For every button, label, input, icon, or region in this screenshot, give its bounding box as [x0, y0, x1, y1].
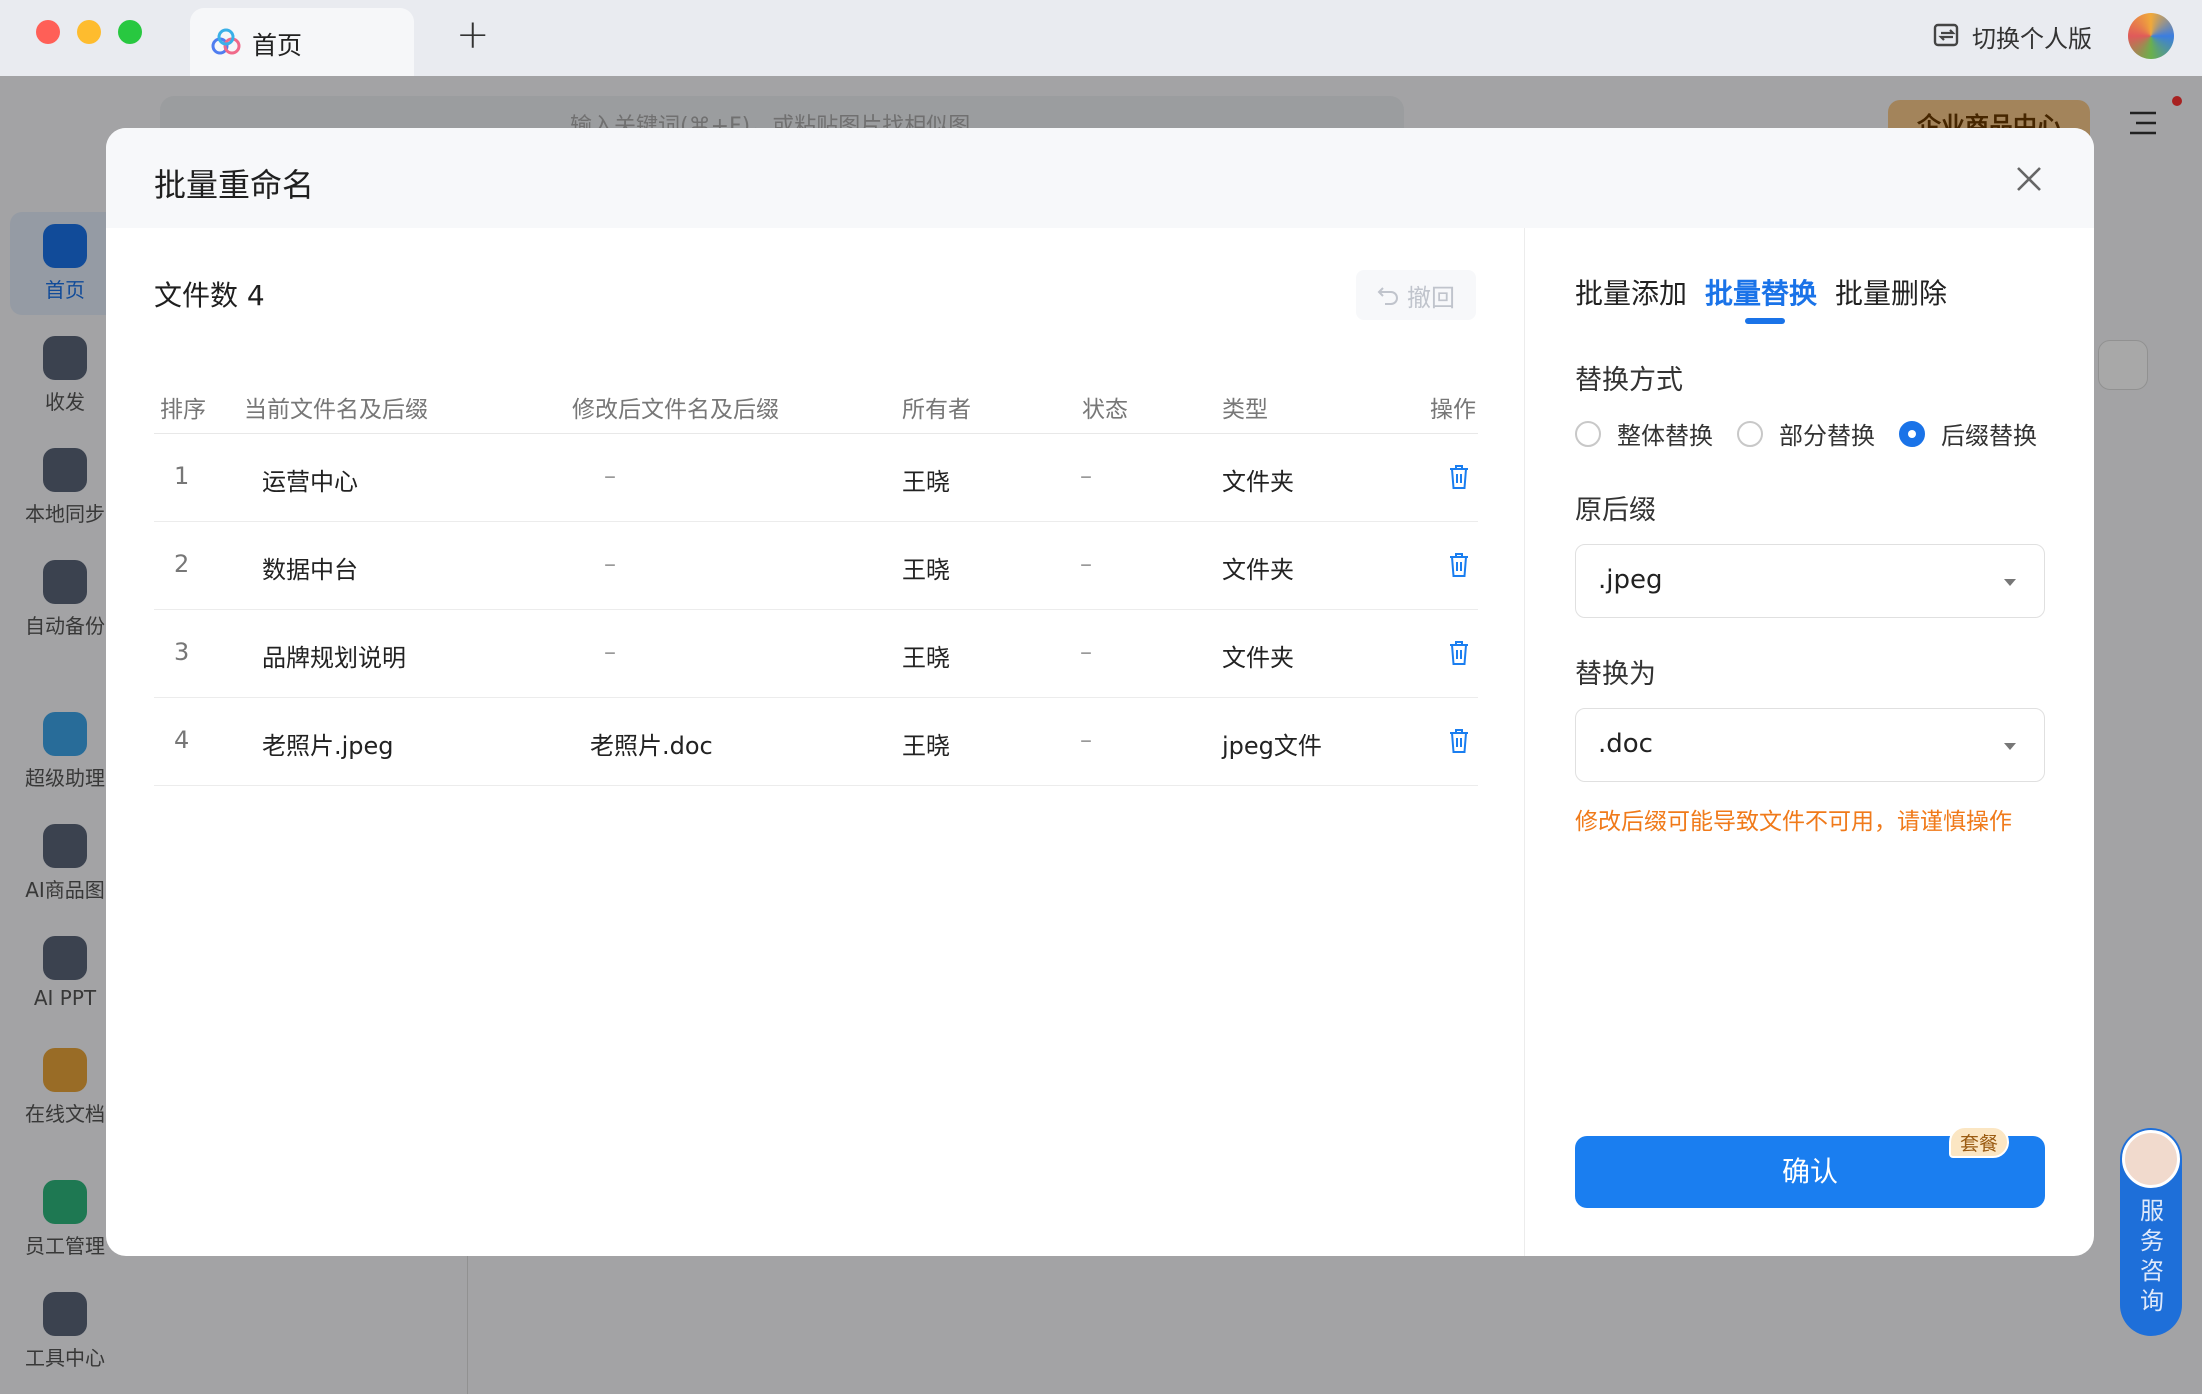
undo-button[interactable]: 撤回: [1356, 270, 1476, 320]
original-suffix-select[interactable]: .jpeg: [1575, 544, 2045, 618]
row-index: 2: [174, 550, 190, 578]
dialog-title: 批量重命名: [154, 166, 315, 204]
tab-batch-delete[interactable]: 批量删除: [1835, 272, 1947, 312]
original-suffix-label: 原后缀: [1575, 495, 1656, 526]
mode-suffix-radio[interactable]: 后缀替换: [1899, 416, 2037, 451]
undo-icon: [1377, 287, 1398, 305]
table-row: 2 数据中台 – 王晓 – 文件夹: [154, 522, 1478, 610]
replace-mode-group: 整体替换 部分替换 后缀替换: [1575, 416, 2061, 451]
radio-label: 后缀替换: [1941, 422, 2037, 450]
suffix-warning: 修改后缀可能导致文件不可用，请谨慎操作: [1575, 809, 2012, 835]
switch-personal-label: 切换个人版: [1972, 24, 2092, 53]
mode-whole-radio[interactable]: 整体替换: [1575, 416, 1713, 451]
chevron-down-icon: [2004, 579, 2016, 586]
col-type: 类型: [1222, 397, 1268, 423]
service-consult-label: 服务咨询: [2140, 1197, 2164, 1315]
active-tab-indicator: [1745, 318, 1785, 324]
replace-with-select[interactable]: .doc: [1575, 708, 2045, 782]
plan-badge: 套餐: [1949, 1126, 2009, 1158]
file-type: 文件夹: [1222, 644, 1294, 672]
col-action: 操作: [1430, 397, 1476, 423]
owner: 王晓: [902, 644, 950, 672]
status: –: [1080, 550, 1092, 578]
file-list-pane: 文件数 4 撤回 排序 当前文件名及后缀 修改后文件名及后缀 所有者 状态 类型…: [106, 228, 1524, 1256]
owner: 王晓: [902, 468, 950, 496]
close-window-button[interactable]: [36, 20, 60, 44]
batch-rename-dialog: 批量重命名 文件数 4 撤回 排序 当前文件名及后缀 修改后文件名及后缀 所有者…: [106, 128, 2094, 1256]
radio-dot: [1575, 420, 1601, 447]
col-modified-name: 修改后文件名及后缀: [572, 397, 779, 423]
service-avatar: [2122, 1130, 2180, 1188]
switch-icon: [1933, 23, 1959, 47]
current-filename: 运营中心: [262, 468, 358, 496]
mode-partial-radio[interactable]: 部分替换: [1737, 416, 1875, 451]
file-type: 文件夹: [1222, 556, 1294, 584]
chevron-down-icon: [2004, 743, 2016, 750]
modified-filename: –: [604, 462, 616, 490]
file-type: 文件夹: [1222, 468, 1294, 496]
close-icon[interactable]: [2014, 164, 2044, 194]
replace-mode-label: 替换方式: [1575, 365, 1683, 396]
dialog-header: 批量重命名: [106, 128, 2094, 228]
original-suffix-value: .jpeg: [1598, 565, 1663, 595]
tab-batch-replace[interactable]: 批量替换: [1705, 272, 1817, 312]
table-row: 3 品牌规划说明 – 王晓 – 文件夹: [154, 610, 1478, 698]
current-filename: 老照片.jpeg: [262, 732, 394, 760]
col-status: 状态: [1082, 397, 1128, 423]
switch-personal-button[interactable]: 切换个人版: [1932, 16, 2092, 56]
row-index: 3: [174, 638, 190, 666]
new-tab-button[interactable]: +: [456, 12, 490, 58]
current-filename: 数据中台: [262, 556, 358, 584]
tab-label: 首页: [252, 31, 303, 60]
owner: 王晓: [902, 556, 950, 584]
radio-dot: [1899, 420, 1925, 447]
rename-options-pane: 批量添加 批量替换 批量删除 替换方式 整体替换 部分替换 后缀替换 原后缀 .…: [1525, 228, 2094, 1256]
replace-with-value: .doc: [1598, 729, 1653, 759]
undo-label: 撤回: [1407, 283, 1455, 312]
replace-with-label: 替换为: [1575, 659, 1656, 690]
table-header: 排序 当前文件名及后缀 修改后文件名及后缀 所有者 状态 类型 操作: [154, 374, 1478, 434]
delete-icon[interactable]: [1448, 552, 1470, 578]
row-index: 1: [174, 462, 190, 490]
radio-label: 部分替换: [1779, 422, 1875, 450]
col-current-name: 当前文件名及后缀: [244, 397, 428, 423]
file-table: 排序 当前文件名及后缀 修改后文件名及后缀 所有者 状态 类型 操作 1 运营中心…: [154, 374, 1478, 786]
tab-home[interactable]: 首页: [190, 8, 414, 76]
title-bar: 首页 + 切换个人版: [0, 0, 2202, 76]
delete-icon[interactable]: [1448, 464, 1470, 490]
delete-icon[interactable]: [1448, 640, 1470, 666]
delete-icon[interactable]: [1448, 728, 1470, 754]
maximize-window-button[interactable]: [118, 20, 142, 44]
col-index: 排序: [160, 397, 206, 423]
file-count: 文件数 4: [154, 279, 265, 312]
status: –: [1080, 462, 1092, 490]
current-filename: 品牌规划说明: [262, 644, 406, 672]
modified-filename: –: [604, 550, 616, 578]
modified-filename: –: [604, 638, 616, 666]
modified-filename: 老照片.doc: [590, 732, 713, 760]
row-index: 4: [174, 726, 190, 754]
tab-batch-add[interactable]: 批量添加: [1575, 272, 1687, 312]
radio-dot: [1737, 420, 1763, 447]
app-logo-icon: [211, 28, 241, 55]
minimize-window-button[interactable]: [77, 20, 101, 44]
status: –: [1080, 638, 1092, 666]
table-row: 4 老照片.jpeg 老照片.doc 王晓 – jpeg文件: [154, 698, 1478, 786]
status: –: [1080, 726, 1092, 754]
owner: 王晓: [902, 732, 950, 760]
col-owner: 所有者: [902, 397, 971, 423]
table-row: 1 运营中心 – 王晓 – 文件夹: [154, 434, 1478, 522]
file-type: jpeg文件: [1222, 732, 1322, 760]
user-avatar[interactable]: [2128, 13, 2174, 59]
radio-label: 整体替换: [1617, 422, 1713, 450]
